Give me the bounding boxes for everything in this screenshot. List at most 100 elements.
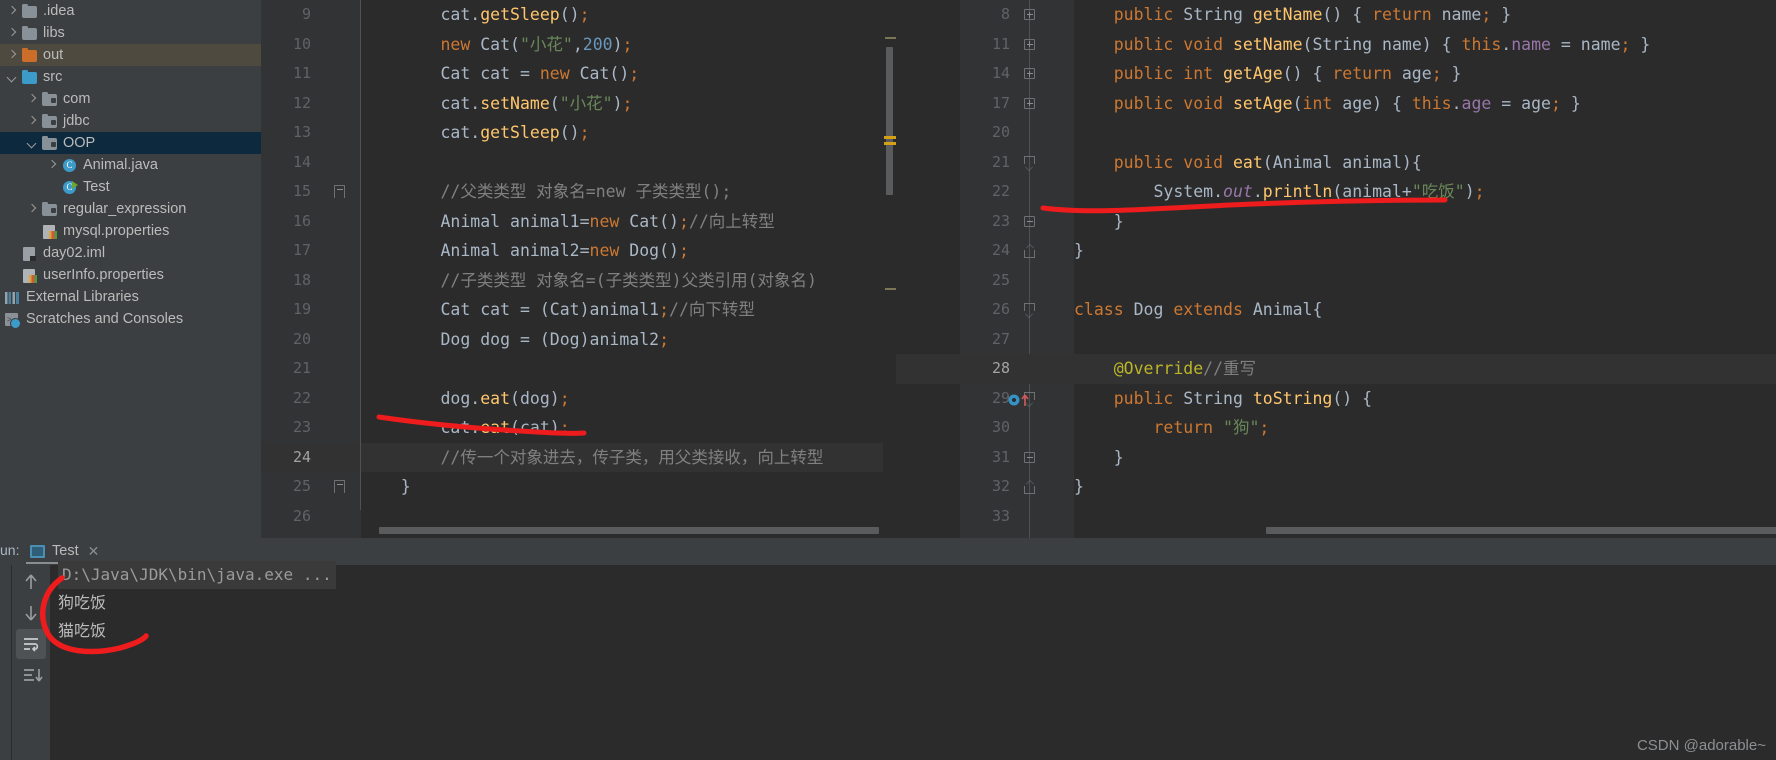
code-line[interactable]: 21 public void eat(Animal animal){	[896, 148, 1776, 178]
line-number: 13	[292, 123, 311, 141]
sidebar-item-animal-java[interactable]: C Animal.java	[0, 154, 261, 176]
sidebar-item-com[interactable]: com	[0, 88, 261, 110]
fold-plus-icon[interactable]	[1024, 97, 1035, 109]
code-line[interactable]: 22 System.out.println(animal+"吃饭");	[896, 177, 1776, 207]
code-line[interactable]: 18 //子类类型 对象名=(子类类型)父类引用(对象名)	[261, 266, 896, 296]
fold-arrowup-icon[interactable]	[1024, 244, 1035, 258]
run-window-label: un:	[0, 542, 20, 558]
code-line[interactable]: 10 new Cat("小花",200);	[261, 30, 896, 60]
chevron-right-icon[interactable]	[4, 47, 21, 64]
sidebar-item-out[interactable]: out	[0, 44, 261, 66]
code-line[interactable]: 8 public String getName() { return name;…	[896, 0, 1776, 30]
code-line[interactable]: 15 //父类类型 对象名=new 子类类型();	[261, 177, 896, 207]
sidebar-item-src[interactable]: src	[0, 66, 261, 88]
change-marker	[885, 288, 896, 290]
code-line[interactable]: 9 cat.getSleep();	[261, 0, 896, 30]
properties-file-icon	[41, 223, 59, 239]
code-line[interactable]: 22 dog.eat(dog);	[261, 384, 896, 414]
code-text: //子类类型 对象名=(子类类型)父类引用(对象名)	[440, 270, 817, 290]
fold-arrowdown-icon[interactable]	[1024, 303, 1035, 317]
code-line[interactable]: 29 public String toString() {	[896, 384, 1776, 414]
chevron-down-icon[interactable]	[4, 69, 21, 86]
fold-plus-icon[interactable]	[1024, 68, 1035, 79]
code-line[interactable]: 27	[896, 325, 1776, 355]
editor-pane-right[interactable]: 8 public String getName() { return name;…	[896, 0, 1776, 538]
sidebar-item-scratches-and-consoles[interactable]: >_ Scratches and Consoles	[0, 308, 261, 330]
sidebar-item-jdbc[interactable]: jdbc	[0, 110, 261, 132]
line-number: 23	[991, 211, 1010, 230]
code-line[interactable]: 20 Dog dog = (Dog)animal2;	[261, 325, 896, 355]
code-text: public void setName(String name) { this.…	[1113, 34, 1651, 54]
code-line[interactable]: 14 public int getAge() { return age; }	[896, 59, 1776, 89]
folder-package-icon	[41, 91, 59, 107]
sidebar-item-external-libraries[interactable]: External Libraries	[0, 286, 261, 308]
code-line[interactable]: 31 }	[896, 443, 1776, 473]
fold-minus-icon[interactable]	[1024, 451, 1035, 463]
fold-arrowdown-icon[interactable]	[1024, 155, 1035, 170]
sidebar-item-regular-expression[interactable]: regular_expression	[0, 198, 261, 220]
code-line[interactable]: 24 //传一个对象进去，传子类，用父类接收，向上转型	[261, 442, 896, 472]
code-line[interactable]: 14	[261, 148, 896, 178]
code-line[interactable]: 19 Cat cat = (Cat)animal1;//向下转型	[261, 295, 896, 325]
sidebar-item-userinfo-properties[interactable]: userInfo.properties	[0, 264, 261, 286]
arrow-up-icon[interactable]	[16, 567, 46, 597]
fold-plus-icon[interactable]	[1024, 9, 1035, 20]
code-line[interactable]: 26 class Dog extends Animal{	[896, 295, 1776, 325]
code-line[interactable]: 13 cat.getSleep();	[261, 118, 896, 148]
left-marker-strip[interactable]	[883, 0, 896, 538]
scroll-to-end-icon[interactable]	[16, 660, 46, 690]
code-line[interactable]: 16 Animal animal1=new Cat();//向上转型	[261, 207, 896, 237]
code-line[interactable]: 30 return "狗";	[896, 413, 1776, 443]
code-line[interactable]: 11 Cat cat = new Cat();	[261, 59, 896, 89]
project-tree[interactable]: .idea libs out src com jdbc OOP C Animal.java C Te…	[0, 0, 261, 538]
soft-wrap-icon[interactable]	[16, 629, 46, 659]
sidebar-item-oop[interactable]: OOP	[0, 132, 261, 154]
code-line[interactable]: 23 }	[896, 207, 1776, 237]
console-output[interactable]: D:\Java\JDK\bin\java.exe ... 狗吃饭 猫吃饭 CSDN …	[50, 561, 1776, 760]
console-toolbar[interactable]	[12, 565, 50, 760]
fold-minus-icon[interactable]	[1024, 215, 1035, 227]
sidebar-item-libs[interactable]: libs	[0, 22, 261, 44]
sidebar-item-label: mysql.properties	[63, 223, 170, 239]
run-tab-test[interactable]: Test ✕	[30, 540, 99, 562]
chevron-right-icon[interactable]	[24, 201, 41, 218]
fold-plus-icon[interactable]	[1024, 38, 1035, 50]
watermark-text: CSDN @adorable~	[1636, 737, 1766, 754]
line-number: 11	[292, 64, 311, 82]
chevron-right-icon[interactable]	[44, 157, 61, 174]
code-line[interactable]: 21	[261, 354, 896, 384]
fold-open-top-icon[interactable]	[334, 185, 345, 198]
code-line[interactable]: 28 @Override//重写	[896, 354, 1776, 384]
arrow-down-icon[interactable]	[16, 598, 46, 628]
override-marker-icon[interactable]	[1008, 393, 1034, 407]
left-vertical-scrollbar[interactable]	[886, 47, 893, 195]
sidebar-item-idea[interactable]: .idea	[0, 0, 261, 22]
right-horizontal-scrollbar[interactable]	[1266, 527, 1776, 534]
code-line[interactable]: 24}	[896, 236, 1776, 266]
sidebar-item-mysql-properties[interactable]: mysql.properties	[0, 220, 261, 242]
line-number: 29	[991, 388, 1010, 407]
folder-grey-icon	[21, 25, 39, 41]
code-line[interactable]: 20	[896, 118, 1776, 148]
fold-arrowup-icon[interactable]	[1024, 480, 1035, 494]
close-icon[interactable]: ✕	[88, 543, 100, 560]
code-line[interactable]: 23 cat.eat(cat);	[261, 413, 896, 443]
code-line[interactable]: 32}	[896, 472, 1776, 502]
chevron-right-icon[interactable]	[24, 91, 41, 108]
sidebar-item-test[interactable]: C Test	[0, 176, 261, 198]
sidebar-item-day02-iml[interactable]: day02.iml	[0, 242, 261, 264]
editor-pane-left[interactable]: 9 cat.getSleep(); 10 new Cat("小花",200); 11…	[261, 0, 896, 538]
chevron-right-icon[interactable]	[24, 113, 41, 130]
left-horizontal-scrollbar[interactable]	[379, 527, 879, 534]
chevron-right-icon[interactable]	[4, 3, 21, 20]
code-line[interactable]: 25 }	[261, 472, 896, 502]
code-line[interactable]: 12 cat.setName("小花");	[261, 89, 896, 119]
fold-open-top-icon[interactable]	[334, 480, 345, 493]
run-configuration-icon	[30, 544, 45, 558]
chevron-right-icon[interactable]	[4, 25, 21, 42]
code-line[interactable]: 11 public void setName(String name) { th…	[896, 30, 1776, 60]
chevron-down-icon[interactable]	[24, 135, 41, 152]
code-line[interactable]: 17 public void setAge(int age) { this.ag…	[896, 89, 1776, 119]
code-line[interactable]: 25	[896, 266, 1776, 296]
code-line[interactable]: 17 Animal animal2=new Dog();	[261, 236, 896, 266]
